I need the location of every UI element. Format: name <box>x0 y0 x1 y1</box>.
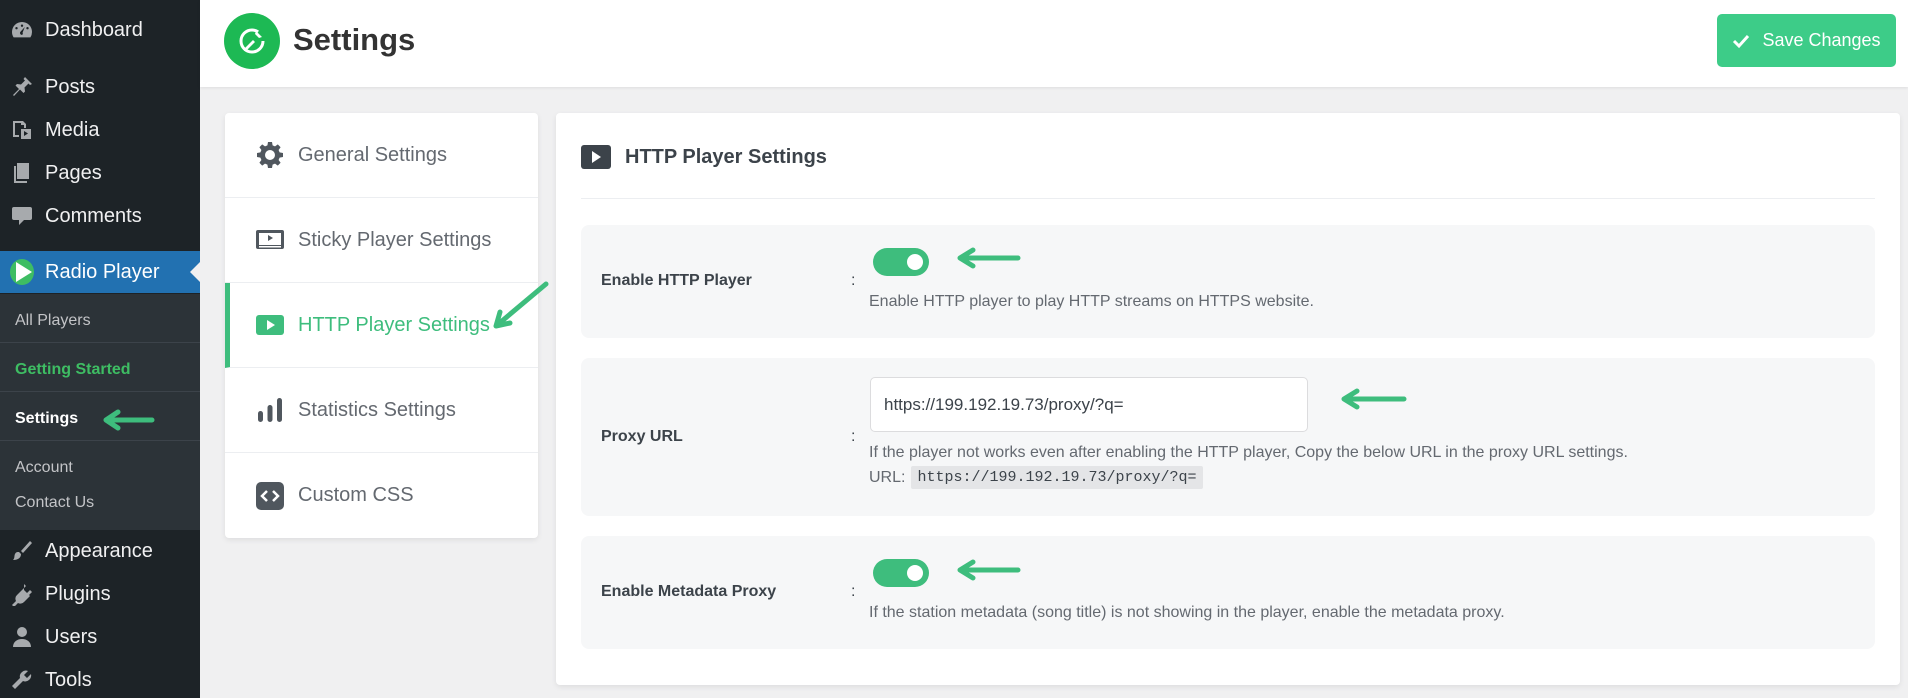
menu-comments-label: Comments <box>45 204 142 227</box>
menu-dashboard-label: Dashboard <box>45 18 143 41</box>
annotation-arrow-icon <box>493 281 549 329</box>
annotation-arrow-icon <box>1341 388 1407 410</box>
http-player-settings-panel: HTTP Player Settings Enable HTTP Player … <box>556 113 1900 685</box>
dashboard-icon <box>10 18 34 42</box>
section-divider <box>581 198 1875 199</box>
play-icon <box>255 310 285 340</box>
http-player-toggle[interactable] <box>873 248 929 276</box>
wp-admin-sidebar: Dashboard Posts Media Pages Comments Rad… <box>0 0 200 698</box>
metadata-proxy-toggle[interactable] <box>873 559 929 587</box>
menu-plugins[interactable]: Plugins <box>0 573 200 615</box>
annotation-arrow-icon <box>103 409 155 431</box>
menu-tools-label: Tools <box>45 668 92 691</box>
gear-icon <box>255 140 285 170</box>
menu-pages[interactable]: Pages <box>0 152 200 194</box>
menu-dashboard[interactable]: Dashboard <box>0 9 200 51</box>
menu-users-label: Users <box>45 625 98 648</box>
nav-custom-css[interactable]: Custom CSS <box>225 453 538 538</box>
menu-comments[interactable]: Comments <box>0 195 200 237</box>
section-title-text: HTTP Player Settings <box>625 145 827 168</box>
nav-general-settings[interactable]: General Settings <box>225 113 538 198</box>
field-enable-http-player: Enable HTTP Player : Enable HTTP player … <box>581 225 1875 338</box>
field-description: Enable HTTP player to play HTTP streams … <box>869 293 1314 310</box>
nav-custom-css-label: Custom CSS <box>298 484 414 506</box>
submenu-divider <box>0 440 200 441</box>
menu-tools[interactable]: Tools <box>0 659 200 698</box>
menu-appearance[interactable]: Appearance <box>0 530 200 572</box>
save-changes-label: Save Changes <box>1762 30 1881 50</box>
brush-icon <box>10 539 34 563</box>
field-proxy-url: Proxy URL : If the player not works even… <box>581 358 1875 516</box>
media-icon <box>10 118 34 142</box>
submenu-settings[interactable]: Settings <box>15 410 78 428</box>
menu-posts-label: Posts <box>45 75 96 98</box>
toggle-knob <box>907 254 923 270</box>
field-colon: : <box>851 583 856 600</box>
menu-pages-label: Pages <box>45 161 102 184</box>
pages-icon <box>10 161 34 185</box>
play-icon <box>581 145 611 169</box>
section-title: HTTP Player Settings <box>581 145 827 169</box>
menu-appearance-label: Appearance <box>45 539 153 562</box>
plug-icon <box>10 582 34 606</box>
submenu-contact-us[interactable]: Contact Us <box>15 494 94 512</box>
field-description: If the player not works even after enabl… <box>869 444 1628 461</box>
plugin-logo-icon <box>224 13 280 69</box>
submenu-divider <box>0 391 200 392</box>
toggle-knob <box>907 565 923 581</box>
menu-media[interactable]: Media <box>0 109 200 151</box>
save-changes-button[interactable]: Save Changes <box>1717 14 1896 67</box>
menu-posts[interactable]: Posts <box>0 66 200 108</box>
nav-statistics-settings-label: Statistics Settings <box>298 398 456 421</box>
field-description: If the station metadata (song title) is … <box>869 604 1505 621</box>
pin-icon <box>10 75 34 99</box>
proxy-url-input[interactable] <box>870 377 1308 432</box>
comment-icon <box>10 204 34 228</box>
proxy-url-code[interactable]: https://199.192.19.73/proxy/?q= <box>911 466 1203 489</box>
radio-player-icon <box>10 259 34 285</box>
submenu-account[interactable]: Account <box>15 459 73 477</box>
annotation-arrow-icon <box>957 559 1021 581</box>
menu-users[interactable]: Users <box>0 616 200 658</box>
menu-radio-player[interactable]: Radio Player <box>0 251 200 293</box>
wrench-icon <box>10 668 34 692</box>
menu-media-label: Media <box>45 118 100 141</box>
nav-general-settings-label: General Settings <box>298 143 447 166</box>
field-enable-metadata-proxy: Enable Metadata Proxy : If the station m… <box>581 536 1875 649</box>
submenu-getting-started[interactable]: Getting Started <box>15 361 131 379</box>
monitor-icon <box>255 225 285 255</box>
submenu-divider <box>0 342 200 343</box>
settings-header: Settings Save Changes <box>200 0 1908 87</box>
proxy-url-copy-row: URL: https://199.192.19.73/proxy/?q= <box>869 466 1203 489</box>
field-colon: : <box>851 272 856 289</box>
url-prefix: URL: <box>869 468 906 486</box>
menu-radio-player-label: Radio Player <box>45 260 160 283</box>
field-colon: : <box>851 428 856 445</box>
nav-sticky-player-settings-label: Sticky Player Settings <box>298 228 492 251</box>
nav-http-player-settings-label: HTTP Player Settings <box>298 313 490 336</box>
field-label: Enable Metadata Proxy <box>601 583 777 600</box>
bar-chart-icon <box>255 395 285 425</box>
annotation-arrow-icon <box>957 247 1021 269</box>
field-label: Proxy URL <box>601 428 683 445</box>
user-icon <box>10 625 34 649</box>
menu-plugins-label: Plugins <box>45 582 111 605</box>
nav-statistics-settings[interactable]: Statistics Settings <box>225 368 538 453</box>
checkmark-icon <box>1733 34 1750 48</box>
field-label: Enable HTTP Player <box>601 272 752 289</box>
nav-sticky-player-settings[interactable]: Sticky Player Settings <box>225 198 538 283</box>
submenu-all-players[interactable]: All Players <box>15 312 91 330</box>
code-icon <box>255 481 285 511</box>
page-title: Settings <box>293 22 416 57</box>
